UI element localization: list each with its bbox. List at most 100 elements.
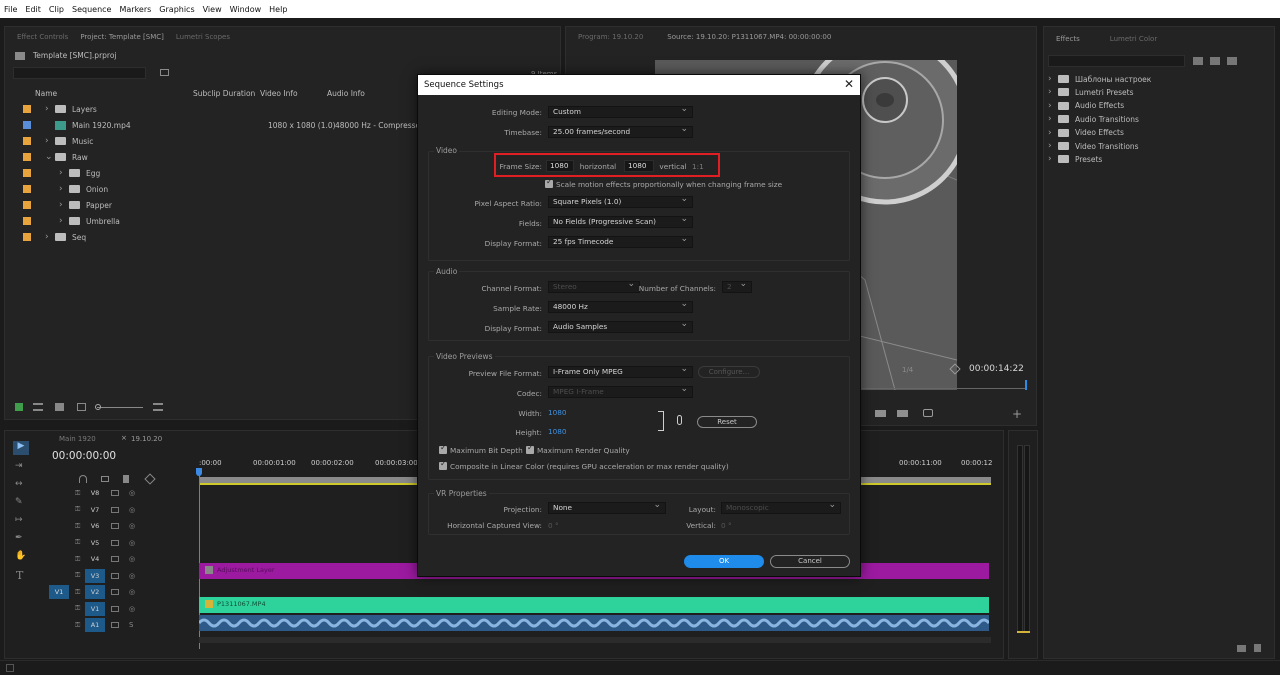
chevron-right-icon[interactable]: › — [45, 232, 55, 242]
sync-lock-icon[interactable] — [111, 490, 119, 496]
audio-clip[interactable] — [199, 615, 989, 631]
zoom-slider[interactable] — [97, 407, 143, 408]
chevron-down-icon[interactable]: ⌄ — [45, 152, 55, 162]
composite-linear-checkbox[interactable] — [439, 459, 447, 470]
icon-view-icon[interactable] — [55, 403, 64, 411]
selection-tool-icon[interactable]: ▶ — [13, 441, 29, 455]
fields-select[interactable]: No Fields (Progressive Scan) — [548, 214, 693, 228]
tab-lumetri-scopes[interactable]: Lumetri Scopes — [176, 33, 230, 41]
playhead-handle[interactable] — [196, 468, 202, 476]
lock-icon[interactable]: ⚿ — [75, 604, 80, 613]
track-select-icon[interactable]: ⇥ — [15, 461, 23, 471]
lift-icon[interactable] — [875, 410, 886, 417]
menu-sequence[interactable]: Sequence — [68, 5, 115, 14]
tab-project[interactable]: Project: Template [SMC] — [80, 33, 164, 41]
menu-help[interactable]: Help — [265, 5, 291, 14]
monitor-timecode[interactable]: 00:00:14:22 — [969, 364, 1024, 374]
timebase-select[interactable]: 25.00 frames/second — [548, 124, 693, 138]
eye-icon[interactable]: ◎ — [129, 572, 135, 580]
lock-icon[interactable]: ⚿ — [75, 538, 80, 547]
hand-icon[interactable]: ✋ — [15, 551, 26, 561]
monitor-playhead[interactable] — [1025, 380, 1027, 390]
effects-search-input[interactable] — [1048, 55, 1185, 67]
yuv-effects-icon[interactable] — [1227, 57, 1237, 65]
chevron-right-icon[interactable]: › — [1048, 154, 1058, 164]
col-audio-info[interactable]: Audio Info — [327, 89, 365, 98]
max-render-quality-checkbox[interactable] — [526, 443, 534, 454]
marker-icon[interactable] — [123, 475, 129, 483]
eye-icon[interactable]: ◎ — [129, 489, 135, 497]
chevron-right-icon[interactable]: › — [59, 184, 69, 194]
col-subclip-duration[interactable]: Subclip Duration — [193, 89, 255, 98]
lock-icon[interactable]: ⚿ — [75, 555, 80, 564]
sync-lock-icon[interactable] — [111, 539, 119, 546]
chevron-right-icon[interactable]: › — [1048, 141, 1058, 151]
razor-icon[interactable]: ✎ — [15, 497, 23, 507]
sort-icon[interactable] — [153, 403, 163, 411]
lock-icon[interactable]: ⚿ — [75, 621, 80, 630]
sync-lock-icon[interactable] — [111, 523, 119, 529]
label-color-swatch[interactable] — [23, 153, 31, 161]
menu-markers[interactable]: Markers — [115, 5, 155, 14]
tab-19-10-20[interactable]: 19.10.20 — [131, 435, 162, 443]
scale-motion-checkbox[interactable] — [545, 177, 553, 188]
col-video-info[interactable]: Video Info — [260, 89, 298, 98]
max-bit-depth-checkbox[interactable] — [439, 443, 447, 454]
source-patch-v1[interactable]: V1 — [49, 585, 69, 599]
slip-icon[interactable]: ↦ — [15, 515, 23, 525]
tab-effects[interactable]: Effects — [1056, 35, 1080, 43]
label-color-swatch[interactable] — [23, 105, 31, 113]
chevron-right-icon[interactable]: › — [1048, 114, 1058, 124]
type-tool-icon[interactable]: T — [16, 569, 23, 582]
export-frame-icon[interactable] — [923, 409, 933, 417]
32bit-effects-icon[interactable] — [1210, 57, 1220, 65]
chevron-right-icon[interactable]: › — [45, 104, 55, 114]
frame-width-input[interactable]: 1080 — [546, 160, 574, 172]
pen-icon[interactable]: ✒ — [15, 533, 23, 543]
track-target-toggle[interactable]: V2 — [85, 585, 105, 599]
sample-rate-select[interactable]: 48000 Hz — [548, 299, 693, 313]
tab-effect-controls[interactable]: Effect Controls — [17, 33, 68, 41]
num-channels-select[interactable]: 2 — [722, 279, 752, 293]
track-target-toggle[interactable]: V8 — [85, 486, 105, 500]
timeline-settings-icon[interactable] — [144, 473, 156, 485]
chevron-right-icon[interactable]: › — [1048, 87, 1058, 97]
sync-lock-icon[interactable] — [111, 605, 119, 612]
label-color-swatch[interactable] — [23, 185, 31, 193]
sync-lock-icon[interactable] — [111, 556, 119, 562]
eye-icon[interactable]: ◎ — [129, 522, 135, 530]
editing-mode-select[interactable]: Custom — [548, 104, 693, 118]
label-color-swatch[interactable] — [23, 137, 31, 145]
close-icon[interactable]: ✕ — [844, 77, 854, 91]
track-target-toggle[interactable]: V6 — [85, 519, 105, 533]
ok-button[interactable]: OK — [684, 555, 764, 568]
track-target-toggle[interactable]: V4 — [85, 552, 105, 566]
new-bin-effects-icon[interactable] — [1237, 645, 1246, 652]
eye-icon[interactable]: ◎ — [129, 539, 135, 547]
menu-edit[interactable]: Edit — [21, 5, 45, 14]
audio-display-format-select[interactable]: Audio Samples — [548, 319, 693, 333]
preview-height-value[interactable]: 1080 — [548, 427, 567, 436]
chevron-right-icon[interactable]: › — [1048, 74, 1058, 84]
track-target-toggle[interactable]: V3 — [85, 568, 105, 583]
chevron-right-icon[interactable]: › — [59, 216, 69, 226]
eye-icon[interactable]: ◎ — [129, 588, 135, 596]
menu-clip[interactable]: Clip — [45, 5, 68, 14]
trash-icon[interactable] — [1254, 644, 1261, 652]
menu-window[interactable]: Window — [226, 5, 266, 14]
lock-icon[interactable]: ⚿ — [75, 505, 80, 514]
codec-select[interactable]: MPEG I-Frame — [548, 384, 693, 398]
button-editor-icon[interactable]: + — [1012, 407, 1022, 421]
lock-icon[interactable]: ⚿ — [75, 489, 80, 498]
preview-width-value[interactable]: 1080 — [548, 408, 567, 417]
track-target-toggle[interactable]: V1 — [85, 601, 105, 616]
list-view-icon[interactable] — [33, 403, 43, 411]
mute-icon[interactable] — [111, 622, 119, 628]
chevron-right-icon[interactable]: › — [1048, 128, 1058, 138]
label-color-swatch[interactable] — [23, 169, 31, 177]
cancel-button[interactable]: Cancel — [770, 555, 850, 568]
label-color-swatch[interactable] — [23, 201, 31, 209]
projection-select[interactable]: None — [548, 500, 666, 514]
display-format-select[interactable]: 25 fps Timecode — [548, 234, 693, 248]
eye-icon[interactable]: ◎ — [129, 555, 135, 563]
